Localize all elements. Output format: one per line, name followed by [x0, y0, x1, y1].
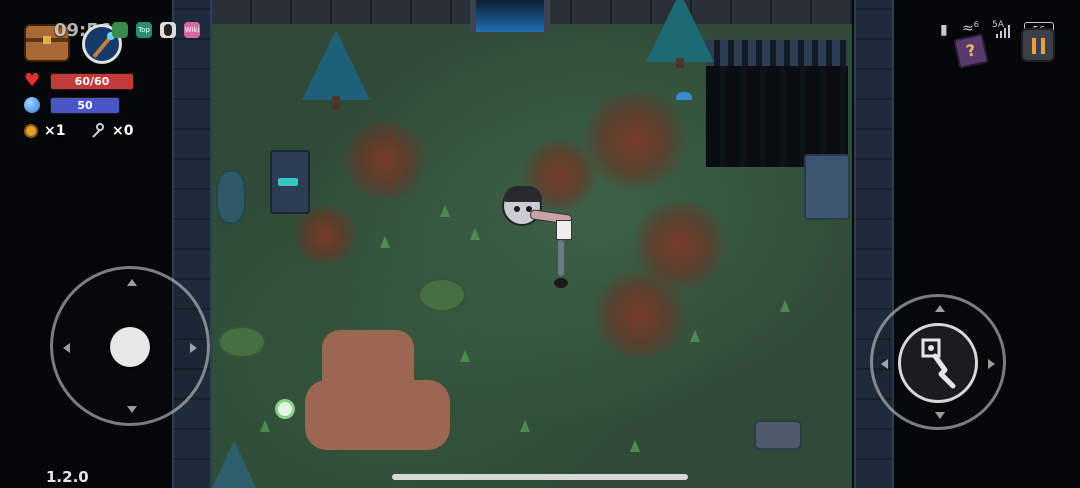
heart-icon: ♥ [24, 70, 41, 91]
attack-down-arrow [935, 412, 945, 419]
grass-tuft [380, 236, 390, 248]
grass-tuft [460, 350, 470, 362]
portal-door[interactable] [470, 0, 550, 32]
pine-tree [212, 440, 256, 488]
attack-up-arrow [935, 305, 945, 312]
home-indicator[interactable] [392, 474, 688, 480]
joystick-up-arrow [127, 279, 137, 286]
pit-spikes [706, 40, 848, 66]
grass-tuft [440, 205, 450, 217]
grass-tuft [690, 330, 700, 342]
app-badge-green [112, 22, 128, 38]
left-wall [172, 0, 212, 488]
app-badge-wiki: Wiki [184, 22, 200, 38]
right-wall [854, 0, 894, 488]
health-value: 60/60 [74, 75, 110, 88]
pine-tree [302, 30, 370, 110]
blood-splatter [340, 120, 430, 200]
leafy-bush [218, 326, 266, 358]
mana-orb-icon [24, 97, 40, 113]
leafy-bush [418, 278, 466, 312]
pause-button[interactable] [1021, 28, 1055, 62]
mana-bar: 50 [50, 97, 120, 114]
health-bar: 60/60 [50, 73, 134, 90]
coin-icon [24, 124, 38, 138]
key-count: ×0 [112, 123, 134, 139]
pine-tree [646, 0, 714, 68]
leafy-bush [216, 170, 246, 224]
mana-value: 50 [77, 99, 93, 112]
grass-tuft [630, 440, 640, 452]
help-book-button[interactable]: ? [952, 33, 989, 69]
attack-button[interactable] [898, 323, 978, 403]
joystick-down-arrow [127, 406, 137, 413]
key-icon [88, 123, 106, 139]
pause-icon [1032, 38, 1046, 54]
tree-stump [754, 420, 802, 450]
staff-attack-icon [921, 338, 956, 389]
movement-joystick[interactable] [50, 266, 210, 426]
player-card [556, 220, 572, 240]
wifi-level: 6 [973, 20, 979, 29]
white-flower [278, 402, 292, 416]
grass-tuft [520, 420, 530, 432]
blood-splatter [290, 205, 360, 265]
app-badge-top: Top [136, 22, 152, 38]
player-tail [558, 240, 564, 276]
shrine-glow [278, 178, 298, 186]
help-book-icon: ? [953, 33, 989, 69]
player-character [500, 184, 580, 294]
joystick-left-arrow [63, 343, 70, 353]
joystick-right-arrow [190, 343, 197, 353]
shrine-pedestal[interactable] [270, 150, 310, 214]
stone-block [804, 154, 850, 220]
player-shadow [554, 278, 568, 288]
vibrate-icon: ▮ [940, 22, 948, 38]
version-label: 1.2.0 [46, 468, 89, 486]
blue-critter [676, 92, 692, 100]
grass-tuft [470, 228, 480, 240]
signal-icon [996, 24, 1010, 38]
app-badge-top-label: Top [138, 26, 150, 34]
grass-tuft [780, 300, 790, 312]
grass-tuft [260, 420, 270, 432]
blood-splatter [590, 270, 690, 360]
joystick-knob[interactable] [110, 327, 150, 367]
attack-left-arrow [881, 359, 888, 369]
attack-joystick[interactable] [870, 294, 1006, 430]
coin-count: ×1 [44, 123, 66, 139]
dirt-patch [305, 380, 450, 450]
app-badge-wiki-label: Wiki [184, 26, 200, 34]
attack-right-arrow [988, 359, 995, 369]
app-badge-penguin [160, 22, 176, 38]
